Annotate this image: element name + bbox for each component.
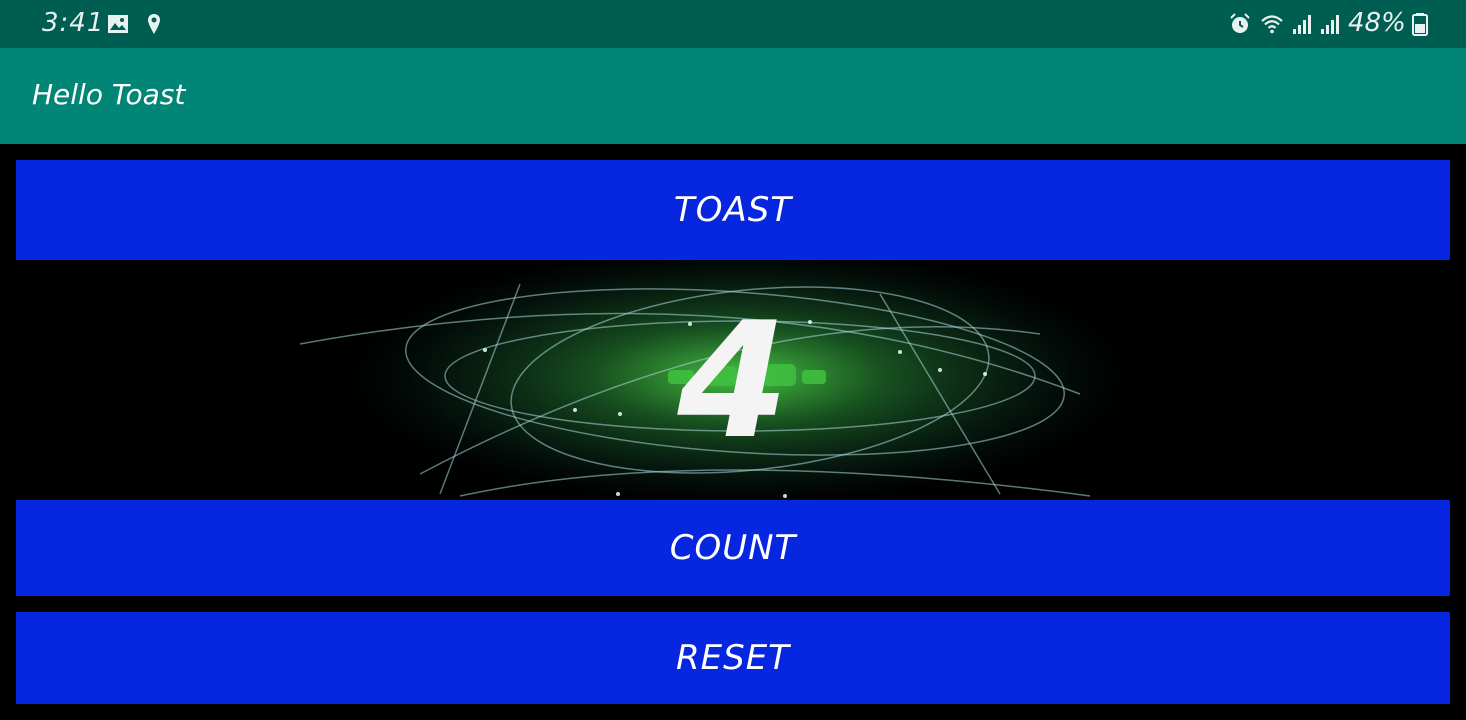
location-pin-icon: [148, 14, 160, 34]
toast-button[interactable]: TOAST: [16, 160, 1450, 260]
reset-button-label: RESET: [676, 638, 790, 678]
battery-icon: [1412, 13, 1428, 36]
signal-icon-2: [1321, 15, 1339, 34]
count-button[interactable]: COUNT: [16, 500, 1450, 596]
battery-percent: 48%: [1348, 8, 1406, 38]
count-button-label: COUNT: [669, 528, 797, 568]
count-display: 4: [0, 276, 1466, 484]
app-bar: Hello Toast: [0, 48, 1466, 144]
alarm-icon: [1230, 13, 1250, 33]
app-screen: 3:41 48% Hello Toast TOAST 4 COUNT RESET: [0, 0, 1466, 720]
wifi-icon: [1261, 15, 1283, 34]
app-title: Hello Toast: [32, 78, 186, 111]
reset-button[interactable]: RESET: [16, 612, 1450, 704]
toast-button-label: TOAST: [673, 190, 793, 230]
count-value: 4: [677, 286, 789, 474]
status-bar: 3:41 48%: [0, 0, 1466, 48]
image-icon: [108, 15, 128, 33]
status-time: 3:41: [42, 8, 105, 38]
signal-icon: [1293, 15, 1311, 34]
